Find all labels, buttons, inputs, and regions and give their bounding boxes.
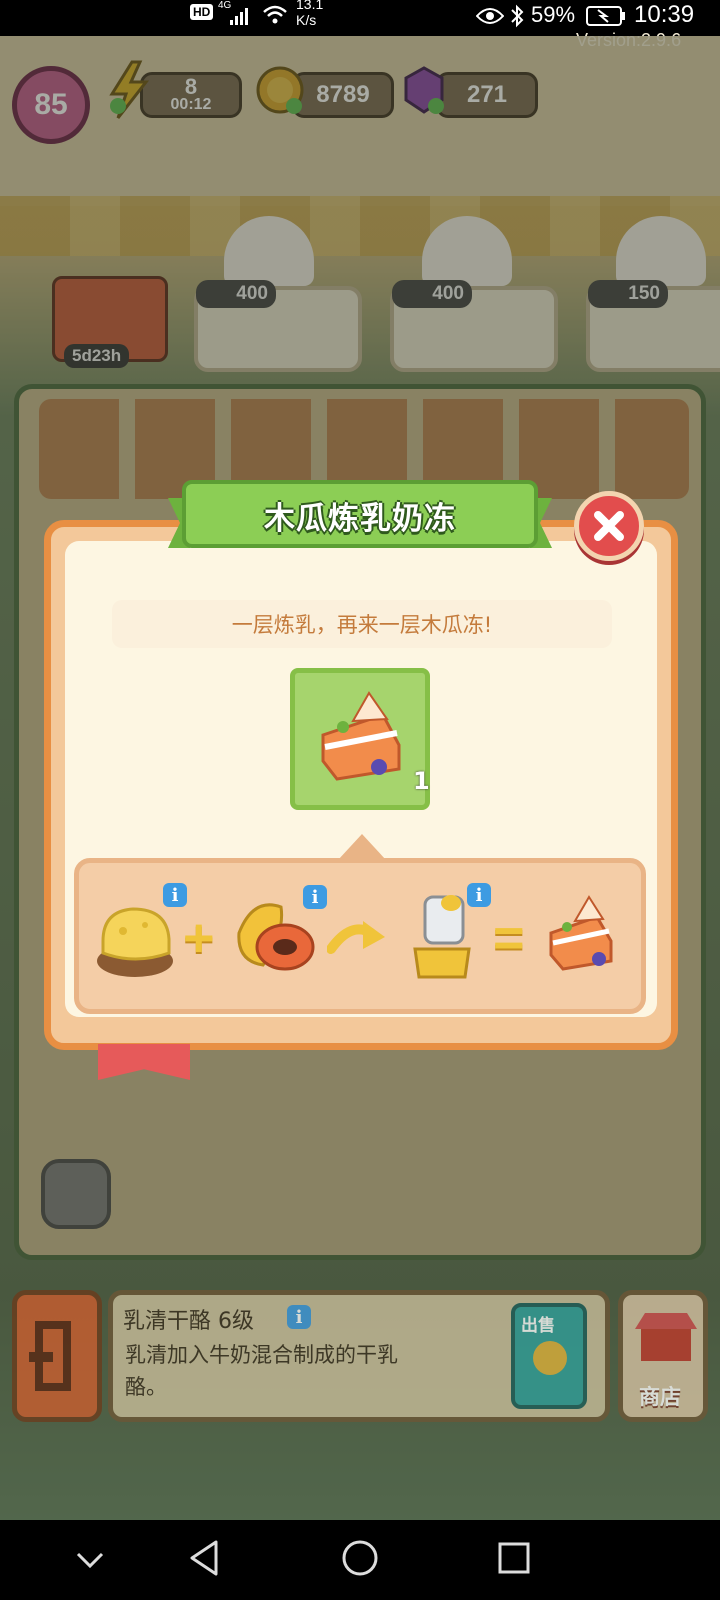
dialog-description: 一层炼乳，再来一层木瓜冻! <box>112 600 612 648</box>
shop-icon <box>635 1313 697 1361</box>
ingredient-1-info-icon[interactable]: i <box>163 883 187 907</box>
item-info-panel: 乳清干酪 6级 i 乳清加入牛奶混合制成的干乳 酪。 出售 <box>108 1290 610 1422</box>
close-button[interactable] <box>574 491 644 561</box>
net-speed-unit: K/s <box>296 12 317 28</box>
battery-icon <box>586 6 625 26</box>
plus-sign: + <box>183 908 215 968</box>
hd-badge: HD <box>190 4 214 20</box>
ingredient-2-info-icon[interactable]: i <box>303 885 327 909</box>
recipe-row: i + i i = <box>74 858 646 1014</box>
item-desc-line2: 酪。 <box>125 1375 167 1399</box>
close-icon <box>594 511 624 541</box>
exit-button[interactable] <box>12 1290 102 1422</box>
clock: 10:39 <box>634 1 695 28</box>
bluetooth-icon <box>511 4 524 28</box>
signal-icon <box>230 8 248 25</box>
item-desc-line1: 乳清加入牛奶混合制成的干乳 <box>125 1343 398 1367</box>
recents-icon[interactable] <box>496 1540 532 1576</box>
wifi-icon <box>263 5 287 24</box>
blender-icon[interactable] <box>409 891 477 985</box>
papaya-jelly-icon <box>321 691 401 781</box>
system-nav-bar <box>0 1520 720 1600</box>
sell-button[interactable]: 出售 <box>511 1303 587 1409</box>
back-icon[interactable] <box>186 1538 222 1578</box>
battery-percent: 59% <box>531 2 576 27</box>
arrow-icon <box>327 921 385 954</box>
home-icon[interactable] <box>340 1538 380 1578</box>
equals-sign: = <box>493 908 525 968</box>
result-item-slot[interactable]: 1 <box>290 668 430 810</box>
tool-info-icon[interactable]: i <box>467 883 491 907</box>
recipe-pointer <box>338 834 386 860</box>
item-name: 乳清干酪 6级 <box>123 1309 254 1334</box>
shop-button[interactable]: 商店 <box>618 1290 708 1422</box>
collapse-icon[interactable] <box>74 1546 106 1572</box>
dialog-title: 木瓜炼乳奶冻 <box>264 500 456 537</box>
exit-icon <box>29 1321 71 1391</box>
item-info-icon[interactable]: i <box>287 1305 311 1329</box>
result-jelly-icon[interactable] <box>545 893 617 977</box>
net-speed-value: 13.1 <box>296 0 324 12</box>
result-level: 1 <box>413 767 430 795</box>
shop-label: 商店 <box>639 1385 681 1409</box>
sell-label: 出售 <box>521 1316 555 1336</box>
eye-icon <box>476 8 504 24</box>
coin-sell-icon <box>533 1341 567 1375</box>
